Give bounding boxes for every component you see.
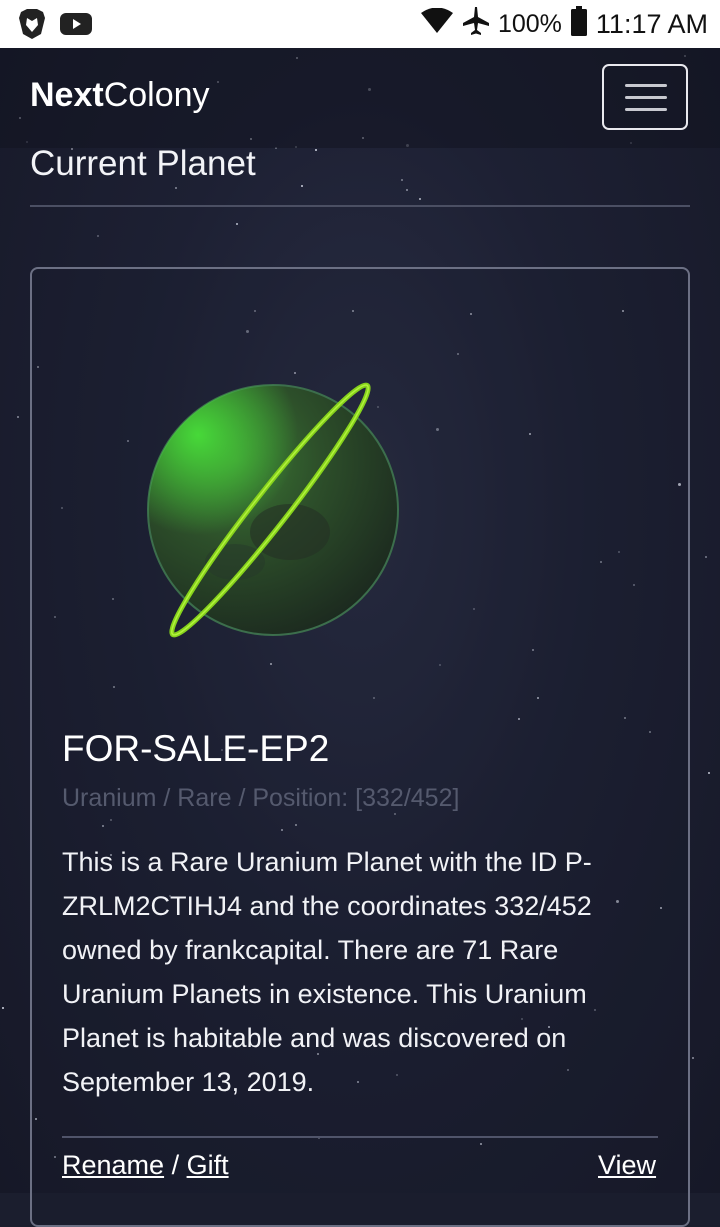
brave-lion-icon [18, 8, 46, 45]
star [97, 235, 99, 237]
actions-separator: / [164, 1150, 187, 1180]
planet-meta: Uranium / Rare / Position: [332/452] [62, 784, 460, 812]
wifi-icon [420, 7, 454, 41]
star [401, 179, 403, 181]
rename-link[interactable]: Rename [62, 1150, 164, 1180]
hamburger-icon-line [625, 96, 667, 99]
battery-percent: 100% [497, 10, 562, 38]
planet-actions: Rename / Gift [62, 1150, 229, 1181]
gift-link[interactable]: Gift [187, 1150, 229, 1180]
star [705, 556, 707, 558]
star [692, 1057, 694, 1059]
battery-icon [570, 6, 588, 43]
star [17, 416, 19, 418]
star [708, 772, 710, 774]
star [301, 185, 303, 187]
view-link[interactable]: View [598, 1150, 656, 1181]
brand-name-regular: Colony [103, 76, 210, 114]
title-divider [30, 205, 690, 207]
brand-logo[interactable]: NextColony [30, 76, 210, 115]
brand-name-bold: Next [30, 76, 104, 114]
star [406, 189, 408, 191]
star [175, 187, 177, 189]
youtube-icon [60, 12, 92, 41]
page-title: Current Planet [30, 144, 256, 183]
status-bar: 100% 11:17 AM [0, 0, 720, 48]
planet-image [140, 372, 420, 652]
menu-toggle-button[interactable] [602, 64, 688, 130]
star [419, 198, 421, 200]
planet-description: This is a Rare Uranium Planet with the I… [62, 847, 592, 1097]
star [2, 1007, 4, 1009]
airplane-icon [462, 6, 490, 43]
hamburger-icon [625, 84, 667, 87]
star [236, 223, 238, 225]
star [315, 149, 317, 151]
clock: 11:17 AM [595, 9, 708, 39]
planet-name: FOR-SALE-EP2 [62, 728, 330, 769]
card-divider [62, 1136, 658, 1138]
hamburger-icon-line [625, 108, 667, 111]
